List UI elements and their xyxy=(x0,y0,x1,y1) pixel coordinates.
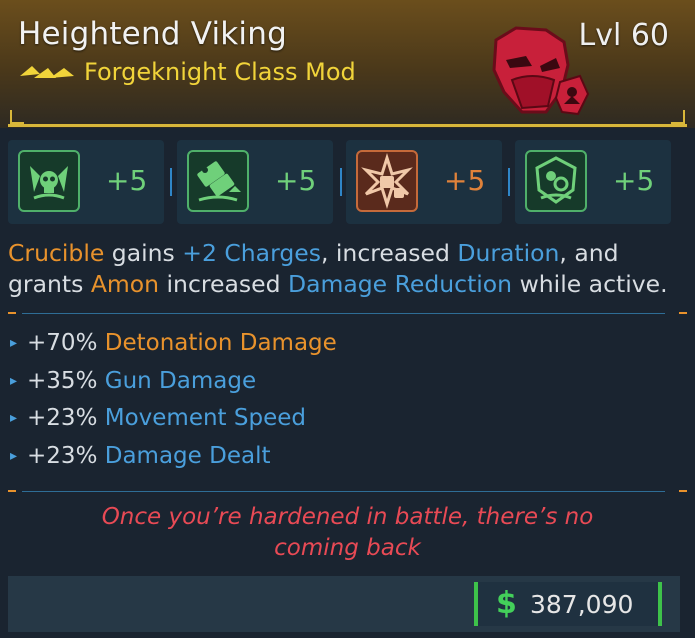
skull-wings-icon xyxy=(18,150,80,212)
frame-corner-right xyxy=(671,110,685,124)
skill-bonus-value: +5 xyxy=(444,164,486,197)
skill-separator xyxy=(170,168,172,196)
stat-value: +70% xyxy=(27,330,98,356)
bullet-arrow-icon: ▸ xyxy=(10,373,18,389)
keyword-damage-reduction: Damage Reduction xyxy=(287,270,513,298)
skill-bonus-4[interactable]: +5 xyxy=(515,140,671,224)
divider-dash-left xyxy=(8,312,16,314)
gun-crate-icon xyxy=(187,150,249,212)
skill-separator xyxy=(508,168,510,196)
skill-bonus-value: +5 xyxy=(106,164,148,197)
price-value: 387,090 xyxy=(530,590,634,619)
stat-line: ▸ +23% Movement Speed xyxy=(10,405,306,431)
item-footer: $ 387,090 xyxy=(8,576,680,632)
skill-bonus-2[interactable]: +5 xyxy=(177,140,333,224)
skill-bonus-row: +5 +5 +5 +5 xyxy=(0,136,695,228)
stat-label: Movement Speed xyxy=(104,405,306,431)
divider-dash-right xyxy=(679,490,687,492)
flavor-text: Once you’re hardened in battle, there’s … xyxy=(60,502,635,564)
bullet-arrow-icon: ▸ xyxy=(10,448,18,464)
keyword-duration: Duration xyxy=(457,239,560,267)
stat-value: +23% xyxy=(27,443,98,469)
skill-separator xyxy=(340,168,342,196)
keyword-crucible: Crucible xyxy=(8,239,105,267)
item-header: Heightend Viking Lvl 60 Forgeknight Clas… xyxy=(0,0,695,128)
viking-portrait-icon xyxy=(492,26,590,116)
description-text: increased xyxy=(159,270,288,298)
flavor-line-1: Once you’re hardened in battle, there’s … xyxy=(101,504,594,530)
flavor-line-2: coming back xyxy=(274,535,421,561)
stat-line: ▸ +70% Detonation Damage xyxy=(10,330,337,356)
divider-dash-left xyxy=(8,490,16,492)
money-icon: $ xyxy=(496,586,517,621)
stats-divider-bottom xyxy=(22,491,665,492)
item-name: Heightend Viking xyxy=(18,16,287,52)
keyword-charges: +2 Charges xyxy=(182,239,321,267)
stat-line: ▸ +23% Damage Dealt xyxy=(10,443,270,469)
stat-value: +35% xyxy=(27,368,98,394)
frame-corner-left xyxy=(10,110,24,124)
header-divider xyxy=(8,124,687,127)
bullet-arrow-icon: ▸ xyxy=(10,410,18,426)
stat-label: Damage Dealt xyxy=(104,443,271,469)
legendary-rarity-icon xyxy=(20,66,74,78)
bullet-arrow-icon: ▸ xyxy=(10,335,18,351)
item-price: $ 387,090 xyxy=(474,582,662,626)
stat-value: +23% xyxy=(27,405,98,431)
description-text: while active. xyxy=(512,270,668,298)
stats-divider-top xyxy=(22,313,665,314)
stat-label: Detonation Damage xyxy=(104,330,337,356)
divider-dash-right xyxy=(679,312,687,314)
shield-cogs-icon xyxy=(525,150,587,212)
stat-label: Gun Damage xyxy=(104,368,257,394)
skill-bonus-1[interactable]: +5 xyxy=(8,140,164,224)
description-text: , increased xyxy=(320,239,458,267)
item-type: Forgeknight Class Mod xyxy=(84,58,356,86)
keyword-amon: Amon xyxy=(90,270,160,298)
description-text: gains xyxy=(104,239,183,267)
skill-bonus-value: +5 xyxy=(613,164,655,197)
stat-line: ▸ +35% Gun Damage xyxy=(10,368,256,394)
skill-bonus-3[interactable]: +5 xyxy=(346,140,502,224)
item-description: Crucible gains +2 Charges, increased Dur… xyxy=(8,238,688,300)
skill-bonus-value: +5 xyxy=(275,164,317,197)
explosion-fist-icon xyxy=(356,150,418,212)
